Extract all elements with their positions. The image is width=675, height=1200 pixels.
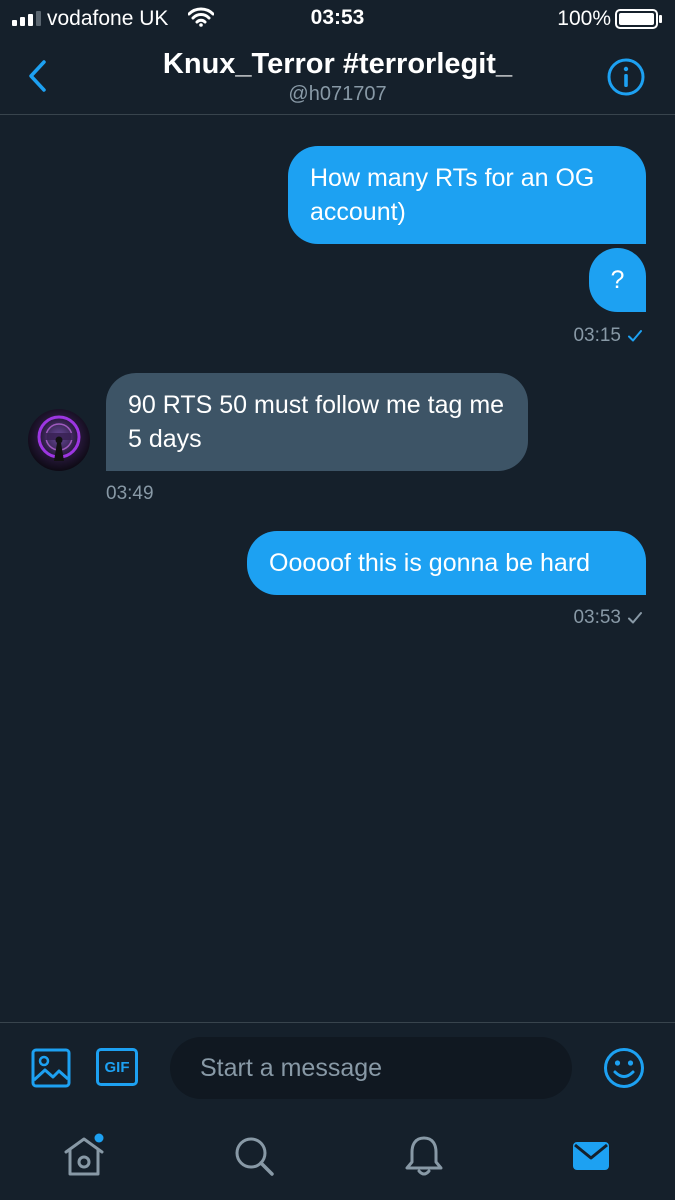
conversation-handle: @h071707 (288, 83, 387, 105)
message-bubble-incoming[interactable]: 90 RTS 50 must follow me tag me 5 days (106, 373, 528, 471)
message-text: 90 RTS 50 must follow me tag me 5 days (128, 391, 505, 453)
image-icon[interactable] (31, 1048, 71, 1088)
avatar[interactable] (28, 409, 90, 471)
message-meta: 03:53 (573, 607, 643, 629)
message-meta: 03:49 (106, 483, 154, 505)
conversation-title[interactable]: Knux_Terror #terrorlegit_ (0, 48, 675, 81)
message-timestamp: 03:15 (573, 325, 621, 346)
search-icon[interactable] (230, 1132, 278, 1180)
message-composer: GIF (0, 1022, 675, 1116)
envelope-icon[interactable] (567, 1132, 615, 1180)
bell-icon[interactable] (400, 1132, 448, 1180)
read-check-icon (628, 330, 642, 342)
dm-screen: vodafone UK 03:53 100% Knux_Terror #terr… (0, 0, 675, 1200)
battery-icon (615, 9, 662, 29)
message-bubble-outgoing[interactable]: Ooooof this is gonna be hard (247, 531, 646, 595)
bottom-tab-bar (0, 1116, 675, 1200)
conversation-header: Knux_Terror #terrorlegit_ @h071707 (0, 36, 675, 115)
sent-check-icon (628, 612, 642, 624)
gif-button[interactable]: GIF (96, 1048, 138, 1086)
message-text: ? (610, 266, 625, 294)
status-bar: vodafone UK 03:53 100% (0, 0, 675, 36)
home-icon[interactable] (60, 1132, 108, 1180)
smiley-icon[interactable] (603, 1047, 645, 1089)
message-timestamp: 03:53 (573, 607, 621, 628)
message-bubble-outgoing[interactable]: ? (589, 248, 646, 312)
battery-percentage: 100% (557, 7, 611, 30)
message-input[interactable] (170, 1037, 572, 1099)
message-timestamp: 03:49 (106, 483, 154, 504)
message-text: How many RTs for an OG account) (310, 164, 595, 226)
message-text: Ooooof this is gonna be hard (269, 549, 591, 577)
avatar-image (28, 409, 90, 471)
message-meta: 03:15 (573, 325, 643, 347)
message-bubble-outgoing[interactable]: How many RTs for an OG account) (288, 146, 646, 244)
info-icon[interactable] (607, 58, 645, 96)
